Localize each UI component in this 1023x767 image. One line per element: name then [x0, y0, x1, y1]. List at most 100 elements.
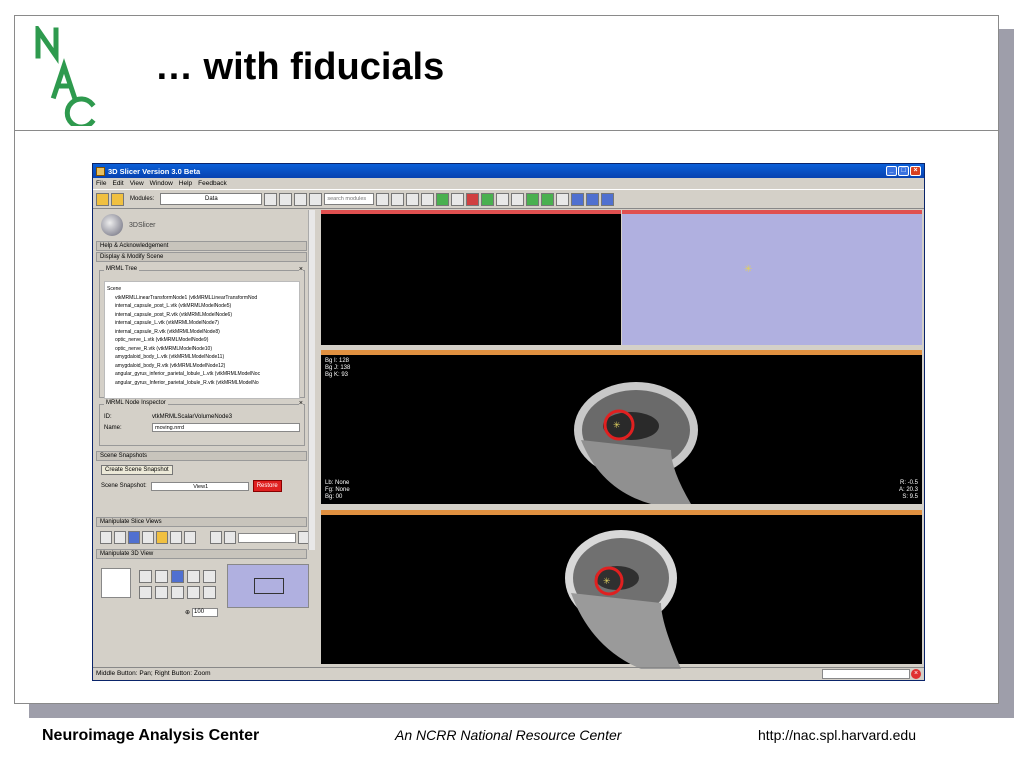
search-icon[interactable] [376, 192, 390, 206]
snapshot-select[interactable]: View1 [150, 481, 249, 491]
grid-icon[interactable] [223, 531, 236, 544]
home-icon[interactable] [391, 192, 405, 206]
search-modules-input[interactable] [324, 193, 375, 205]
window-titlebar[interactable]: 3D Slicer Version 3.0 Beta _ □ × [93, 164, 924, 178]
slice-viewer-secondary[interactable]: ✳ [321, 510, 922, 669]
spin-icon[interactable] [187, 570, 200, 583]
save-scene-icon[interactable] [111, 192, 124, 206]
slice-views-section-header[interactable]: Manipulate Slice Views [96, 517, 307, 527]
slicer-window: 3D Slicer Version 3.0 Beta _ □ × File Ed… [92, 163, 925, 681]
module-history-icon[interactable] [294, 192, 308, 206]
tree-item-scene[interactable]: Scene [107, 285, 297, 294]
menu-view[interactable]: View [130, 180, 144, 187]
tree-item[interactable]: vtkMRMLLinearTransformNode1 (vtkMRMLLine… [107, 294, 297, 303]
axes-icon[interactable] [155, 570, 168, 583]
snapshots-section-header[interactable]: Scene Snapshots [96, 451, 307, 461]
close-button[interactable]: × [910, 166, 921, 176]
editor-icon[interactable] [466, 192, 480, 206]
name-field[interactable]: moving.nrrd [152, 423, 300, 432]
crosshair-icon[interactable] [169, 531, 182, 544]
menu-file[interactable]: File [96, 180, 106, 187]
rotate-view-icon[interactable] [139, 570, 152, 583]
pick-icon[interactable] [571, 192, 585, 206]
tree-item[interactable]: internal_capsule_post_L.vtk (vtkMRMLMode… [107, 302, 297, 311]
menu-help[interactable]: Help [179, 180, 192, 187]
svg-text:✳: ✳ [603, 576, 611, 586]
svg-text:✳: ✳ [613, 420, 621, 430]
prev-module-icon[interactable] [264, 192, 278, 206]
orientation-widget[interactable] [101, 568, 131, 598]
tree-item[interactable]: angular_gyrus_Inferior_parietal_lobule_R… [107, 379, 297, 388]
status-bar: Middle Button: Pan; Right Button: Zoom × [93, 667, 924, 680]
error-log-icon[interactable]: × [911, 669, 921, 679]
tree-item[interactable]: amygdaloid_body_R.vtk (vtkMRMLModelNode1… [107, 362, 297, 371]
camera-icon[interactable] [171, 570, 184, 583]
slice-overlay-bottom-right: R: -0.5 A: 20.3 S: 9.5 [898, 480, 918, 500]
slicer-logo-icon [101, 214, 123, 236]
lightbox-icon[interactable] [209, 531, 222, 544]
maximize-button[interactable]: □ [898, 166, 909, 176]
menu-edit[interactable]: Edit [112, 180, 123, 187]
3d-view-navigator[interactable] [227, 564, 309, 608]
menu-feedback[interactable]: Feedback [198, 180, 227, 187]
annotation-icon[interactable] [113, 531, 126, 544]
mrml-tree-close-icon[interactable]: × [298, 266, 303, 273]
compare-view-icon[interactable] [183, 531, 196, 544]
label-outline-icon[interactable] [155, 531, 168, 544]
node-inspector-close-icon[interactable]: × [298, 400, 303, 407]
slice-opacity-slider[interactable] [237, 532, 297, 543]
spatial-unit-icon[interactable] [127, 531, 140, 544]
fiducials-icon[interactable] [451, 192, 465, 206]
3d-viewer-black[interactable] [321, 210, 621, 345]
slice-viewer-sagittal[interactable]: Bg I: 128 Bg J: 138 Bg K: 93 Lb: None Fg… [321, 350, 922, 504]
screenshot-icon[interactable] [187, 586, 200, 599]
redo-icon[interactable] [541, 192, 555, 206]
help-section-header[interactable]: Help & Acknowledgement [96, 241, 307, 251]
navigator-viewport[interactable] [254, 578, 284, 594]
models-icon[interactable] [436, 192, 450, 206]
minimize-button[interactable]: _ [886, 166, 897, 176]
slicer-logo-text: 3DSlicer [129, 221, 156, 229]
next-module-icon[interactable] [279, 192, 293, 206]
undo-icon[interactable] [526, 192, 540, 206]
volumes-icon[interactable] [421, 192, 435, 206]
layout-icon[interactable] [556, 192, 570, 206]
measure-icon[interactable] [496, 192, 510, 206]
place-icon[interactable] [586, 192, 600, 206]
load-scene-icon[interactable] [96, 192, 109, 206]
tree-item[interactable]: internal_capsule_R.vtk (vtkMRMLModelNode… [107, 328, 297, 337]
zoom-in-icon[interactable] [139, 586, 152, 599]
footer-url[interactable]: http://nac.spl.harvard.edu [758, 727, 916, 743]
tree-item[interactable]: amygdaloid_body_L.vtk (vtkMRMLModelNode1… [107, 353, 297, 362]
module-panel-scrollbar[interactable] [308, 210, 315, 550]
field-of-view-icon[interactable] [141, 531, 154, 544]
tree-item[interactable]: angular_gyrus_inferior_parietal_lobule_L… [107, 370, 297, 379]
create-snapshot-button[interactable]: Create Scene Snapshot [101, 465, 173, 475]
color-icon[interactable] [511, 192, 525, 206]
tree-item[interactable]: optic_nerve_R.vtk (vtkMRMLModelNode10) [107, 345, 297, 354]
mrml-tree[interactable]: Scene vtkMRMLLinearTransformNode1 (vtkMR… [104, 281, 300, 399]
modules-label: Modules: [130, 196, 155, 202]
module-select[interactable]: Data [160, 193, 263, 205]
fiducial-visibility-icon[interactable] [100, 531, 112, 544]
restore-button[interactable]: Restore [252, 480, 282, 492]
menu-window[interactable]: Window [150, 180, 173, 187]
refresh-icon[interactable] [309, 192, 323, 206]
tree-item[interactable]: internal_capsule_L.vtk (vtkMRMLModelNode… [107, 319, 297, 328]
reset-view-icon[interactable] [203, 586, 216, 599]
stereo-icon[interactable] [203, 570, 216, 583]
view3d-section-header[interactable]: Manipulate 3D View [96, 549, 307, 559]
zoom-field[interactable]: 100 [192, 608, 219, 617]
tree-item[interactable]: internal_capsule_post_R.vtk (vtkMRMLMode… [107, 311, 297, 320]
rotate-icon[interactable] [601, 192, 615, 206]
transforms-icon[interactable] [481, 192, 495, 206]
zoom-out-icon[interactable] [155, 586, 168, 599]
display-section-header[interactable]: Display & Modify Scene [96, 252, 307, 262]
inspector-name-row: Name: moving.nrrd [104, 423, 300, 432]
3d-viewer[interactable]: ✳ [622, 210, 922, 345]
data-icon[interactable] [406, 192, 420, 206]
pan-icon[interactable] [171, 586, 184, 599]
tree-item[interactable]: optic_nerve_L.vtk (vtkMRMLModelNode9) [107, 336, 297, 345]
view3d-controls: ⊕ 100 [95, 560, 315, 618]
module-panel: 3DSlicer Help & Acknowledgement Display … [95, 210, 315, 666]
